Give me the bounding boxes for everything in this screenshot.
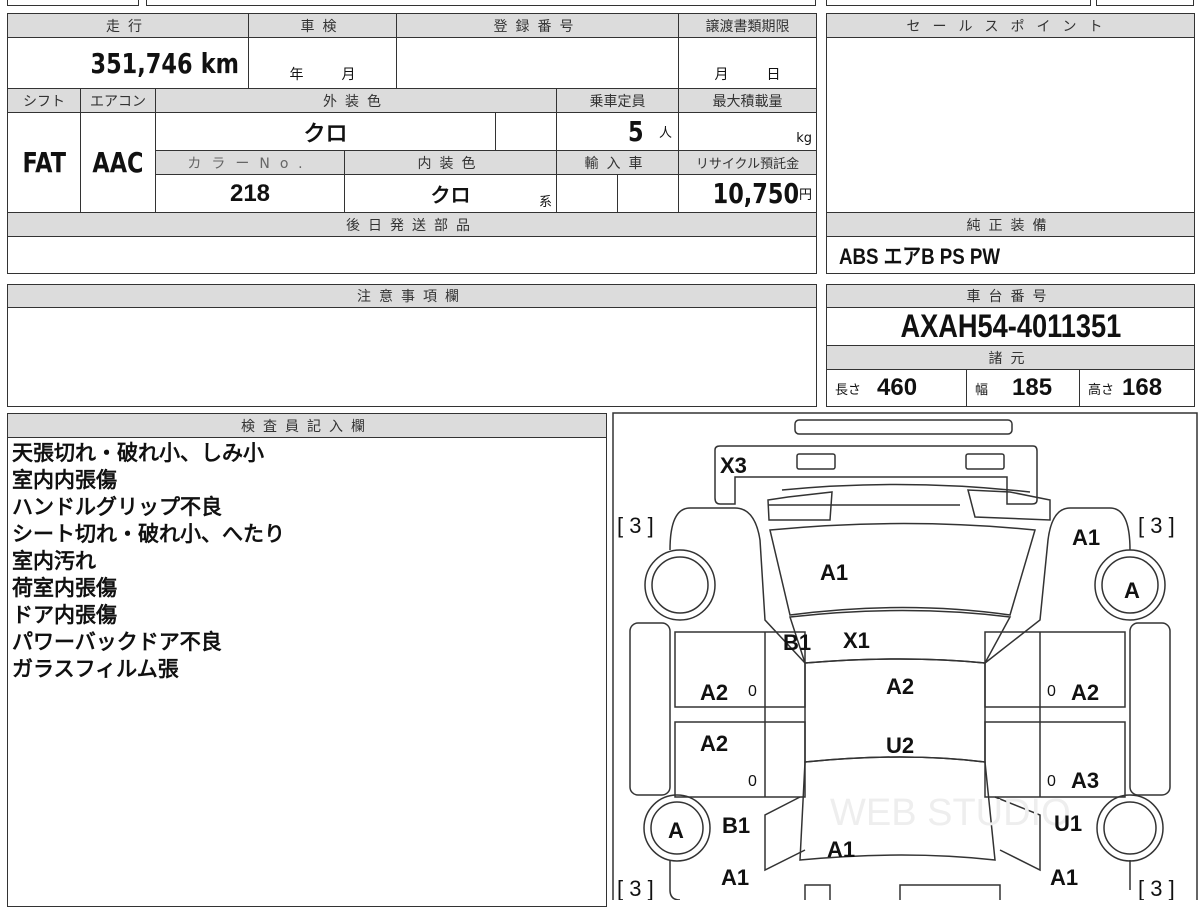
mark: 0	[748, 683, 757, 700]
mark: [ 3 ]	[1138, 876, 1175, 900]
car-damage-diagram: WEB STUDIO X3 [ 3 ] [ 3 ] A1 A1 A B1 X1 …	[612, 412, 1198, 900]
mark: X1	[843, 628, 870, 653]
mark: A	[1124, 578, 1140, 603]
mark: B1	[722, 813, 750, 838]
mark: A1	[820, 560, 848, 585]
mark: A2	[700, 731, 728, 756]
mark: 0	[1047, 683, 1056, 700]
mark: 0	[1047, 773, 1056, 790]
mark: A3	[1071, 768, 1099, 793]
mark: 0	[748, 773, 757, 790]
mark: U2	[886, 733, 914, 758]
mark: [ 3 ]	[1138, 513, 1175, 538]
mark: A2	[1071, 680, 1099, 705]
mark: U1	[1054, 811, 1082, 836]
mark: A1	[1050, 865, 1078, 890]
mark: A	[668, 818, 684, 843]
mark: [ 3 ]	[617, 513, 654, 538]
mark: A2	[886, 674, 914, 699]
mark: X3	[720, 453, 747, 478]
mark: A1	[721, 865, 749, 890]
mark: B1	[783, 630, 811, 655]
mark: A1	[1072, 525, 1100, 550]
watermark: WEB STUDIO	[830, 792, 1071, 834]
mark: A2	[700, 680, 728, 705]
mark: [ 3 ]	[617, 876, 654, 900]
mark: A1	[827, 837, 855, 862]
